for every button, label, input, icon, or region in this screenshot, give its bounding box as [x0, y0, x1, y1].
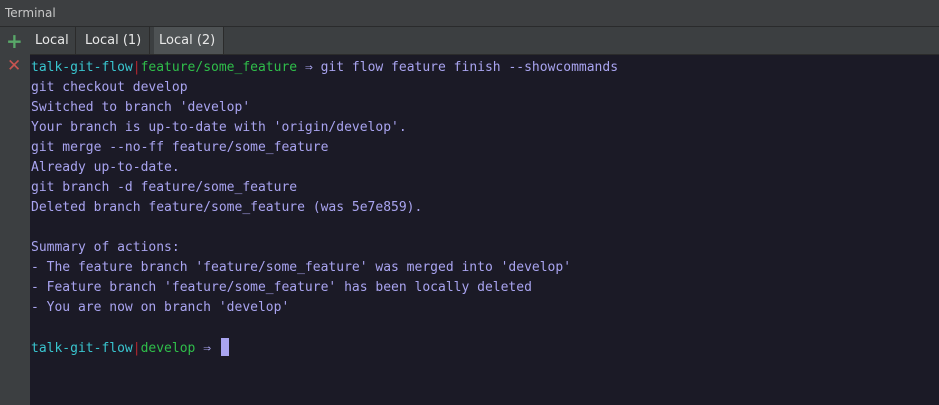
- plus-icon[interactable]: +: [6, 29, 23, 53]
- output-line: Your branch is up-to-date with 'origin/d…: [31, 120, 407, 135]
- output-line: - The feature branch 'feature/some_featu…: [31, 260, 572, 275]
- tab-bar: Local Local (1) Local (2): [30, 27, 939, 55]
- output-line: Switched to branch 'develop': [31, 100, 251, 115]
- terminal-toolbar: + ✕: [0, 27, 30, 405]
- prompt-line: talk-git-flow|develop ⇒: [31, 338, 229, 358]
- prompt-separator: |: [132, 60, 141, 75]
- terminal-output[interactable]: talk-git-flow|feature/some_feature ⇒ git…: [30, 55, 939, 405]
- tab-local-1[interactable]: Local (1): [80, 27, 150, 54]
- prompt-repo: talk-git-flow: [31, 341, 133, 356]
- output-line: git branch -d feature/some_feature: [31, 180, 298, 195]
- prompt-separator: |: [132, 341, 141, 356]
- close-icon[interactable]: ✕: [7, 56, 21, 76]
- tab-local[interactable]: Local: [30, 27, 76, 54]
- window-title: Terminal: [5, 6, 56, 20]
- prompt-command: git flow feature finish --showcommands: [320, 60, 619, 75]
- prompt-arrow: ⇒: [203, 341, 212, 356]
- prompt-repo: talk-git-flow: [31, 60, 133, 75]
- output-line: Summary of actions:: [31, 240, 180, 255]
- output-line: git checkout develop: [31, 80, 188, 95]
- prompt-branch: feature/some_feature: [140, 60, 298, 75]
- prompt-branch: develop: [140, 341, 196, 356]
- output-line: - Feature branch 'feature/some_feature' …: [31, 280, 532, 295]
- prompt-line: talk-git-flow|feature/some_feature ⇒ git…: [31, 58, 618, 78]
- tab-local-2[interactable]: Local (2): [154, 27, 224, 54]
- output-line: Already up-to-date.: [31, 160, 180, 175]
- window-titlebar: Terminal: [0, 0, 939, 27]
- terminal-cursor[interactable]: [220, 338, 229, 356]
- prompt-arrow: ⇒: [304, 60, 313, 75]
- output-line: - You are now on branch 'develop': [31, 300, 290, 315]
- output-line: Deleted branch feature/some_feature (was…: [31, 200, 423, 215]
- output-line: git merge --no-ff feature/some_feature: [31, 140, 329, 155]
